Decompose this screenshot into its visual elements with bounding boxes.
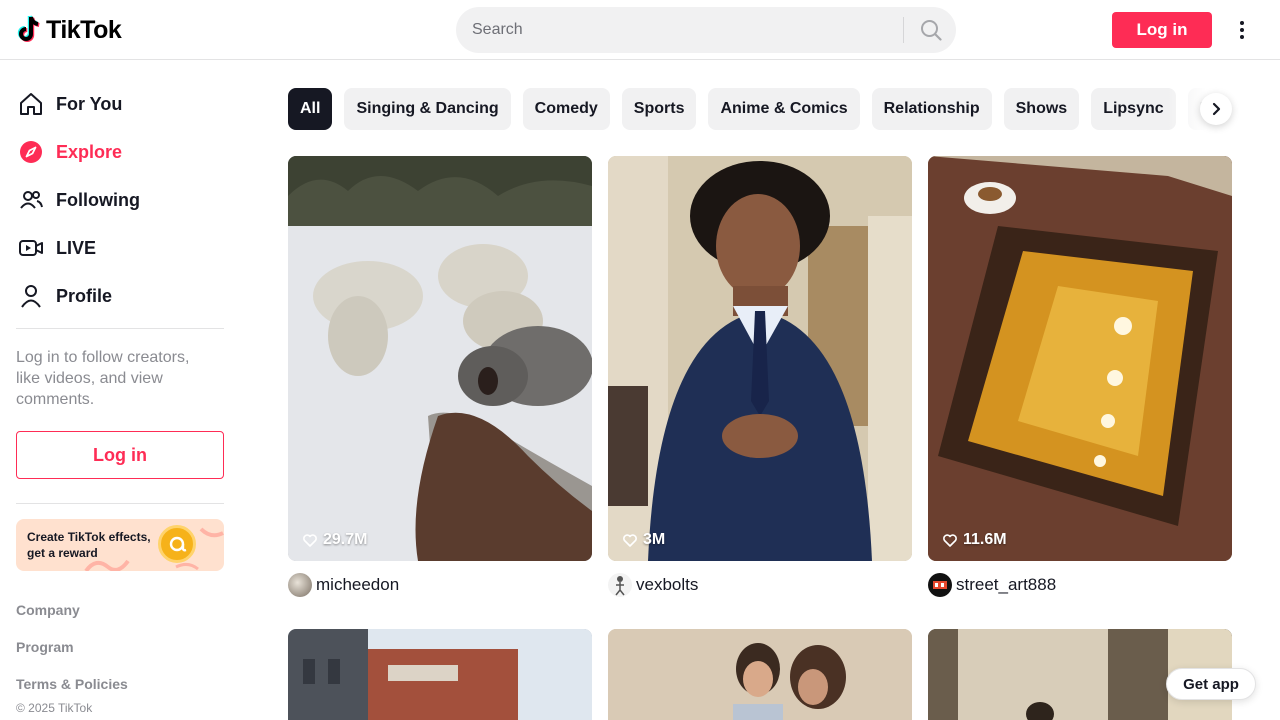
category-chip-singing-dancing[interactable]: Singing & Dancing <box>344 88 511 130</box>
search-icon <box>921 20 942 41</box>
sidebar-divider <box>16 503 224 504</box>
nav-for-you[interactable]: For You <box>16 84 224 124</box>
category-chip-comedy[interactable]: Comedy <box>522 88 610 130</box>
home-icon <box>16 89 46 119</box>
like-count-value: 11.6M <box>963 531 1007 548</box>
tiktok-logo[interactable]: TikTok <box>16 14 122 46</box>
compass-icon <box>16 137 46 167</box>
search-button[interactable] <box>906 7 956 53</box>
table-art-illustration <box>928 156 1232 561</box>
search-input[interactable] <box>472 7 892 53</box>
top-bar: TikTok Log in <box>0 0 1280 60</box>
search-bar <box>456 7 956 53</box>
nav-explore[interactable]: Explore <box>16 132 224 172</box>
nav-label: For You <box>56 93 123 114</box>
category-chip-relationship[interactable]: Relationship <box>871 88 992 130</box>
video-thumbnail[interactable]: 3M <box>608 156 912 561</box>
search-divider <box>903 17 904 43</box>
category-chip-all[interactable]: All <box>288 88 333 130</box>
author-name: micheedon <box>316 575 400 594</box>
category-scroll-next-button[interactable] <box>1200 93 1232 125</box>
footer-link-company[interactable]: Company <box>16 602 80 618</box>
tiktok-note-icon <box>17 15 40 42</box>
reward-coin-icon <box>158 525 196 563</box>
video-thumbnail[interactable]: 29.7M <box>288 156 592 561</box>
login-hint-text: Log in to follow creators, like videos, … <box>16 349 190 408</box>
video-author[interactable]: micheedon <box>288 573 399 597</box>
live-video-icon <box>16 233 46 263</box>
video-thumbnail[interactable] <box>608 629 912 720</box>
promo-text: Create TikTok effects, get a reward <box>27 530 151 560</box>
video-author[interactable]: street_art888 <box>928 573 1056 597</box>
avatar <box>928 573 952 597</box>
heart-outline-icon <box>943 534 957 547</box>
storefront-illustration <box>288 629 592 720</box>
following-users-icon <box>16 185 46 215</box>
heart-outline-icon <box>303 534 317 547</box>
like-count: 29.7M <box>302 531 367 549</box>
sidebar-divider <box>16 328 224 329</box>
chevron-right-icon <box>1212 102 1221 116</box>
heart-outline-icon <box>623 534 637 547</box>
get-app-button[interactable]: Get app <box>1166 668 1256 700</box>
category-chip-lipsync[interactable]: Lipsync <box>1091 88 1176 130</box>
like-count-value: 29.7M <box>323 531 368 548</box>
video-thumbnail[interactable] <box>288 629 592 720</box>
logo-wordmark: TikTok <box>46 15 122 44</box>
author-name: vexbolts <box>636 575 699 594</box>
effects-promo-banner[interactable]: Create TikTok effects, get a reward <box>16 519 224 571</box>
person-in-suit-illustration <box>608 156 912 561</box>
avatar <box>288 573 312 597</box>
more-options-button[interactable] <box>1228 16 1256 44</box>
vertical-dots-icon <box>1240 21 1244 39</box>
header-login-button[interactable]: Log in <box>1112 12 1212 48</box>
video-thumbnail[interactable]: 11.6M <box>928 156 1232 561</box>
like-count-value: 3M <box>643 531 666 548</box>
person-icon <box>16 281 46 311</box>
category-chip-shows[interactable]: Shows <box>1003 88 1080 130</box>
footer-link-terms[interactable]: Terms & Policies <box>16 676 128 692</box>
nav-following[interactable]: Following <box>16 180 224 220</box>
nav-label: Following <box>56 189 140 210</box>
nav-live[interactable]: LIVE <box>16 228 224 268</box>
nav-label: Explore <box>56 141 123 162</box>
like-count: 11.6M <box>942 531 1007 549</box>
two-people-illustration <box>608 629 912 720</box>
author-name: street_art888 <box>956 575 1057 594</box>
video-author[interactable]: vexbolts <box>608 573 698 597</box>
avatar <box>608 573 632 597</box>
like-count: 3M <box>622 531 665 549</box>
nav-label: Profile <box>56 285 113 306</box>
sidebar: For You Explore Following LIVE Profile L… <box>0 61 240 720</box>
category-chip-anime-comics[interactable]: Anime & Comics <box>708 88 860 130</box>
nav-label: LIVE <box>56 237 97 258</box>
footer-link-program[interactable]: Program <box>16 639 74 655</box>
nav-profile[interactable]: Profile <box>16 276 224 316</box>
wolves-scene-illustration <box>288 156 592 561</box>
category-tabs: All Singing & Dancing Comedy Sports Anim… <box>288 88 1232 130</box>
category-chip-sports[interactable]: Sports <box>621 88 697 130</box>
copyright-text: © 2025 TikTok <box>16 701 93 715</box>
sidebar-login-button[interactable]: Log in <box>16 431 224 479</box>
